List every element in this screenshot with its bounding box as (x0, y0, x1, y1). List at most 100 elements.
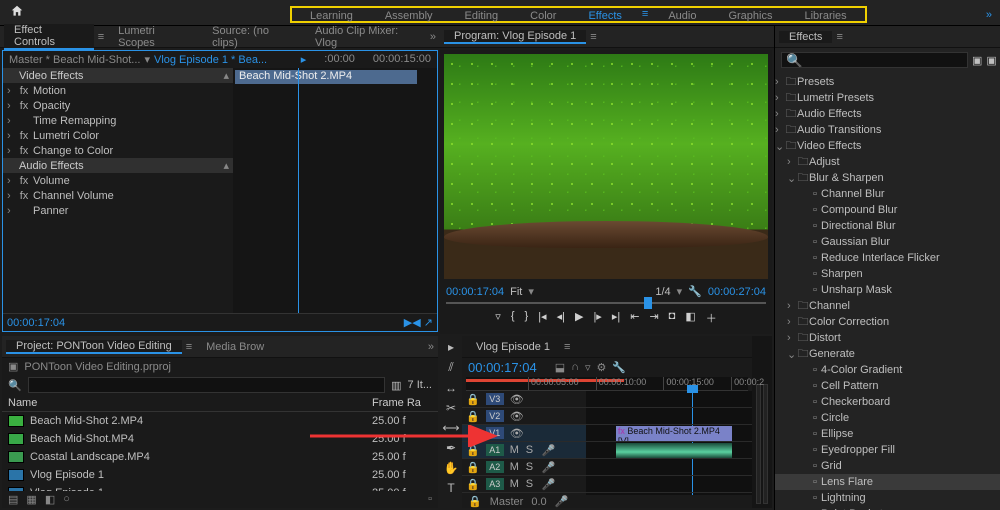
effects-sharpen[interactable]: ▫Sharpen (775, 266, 1000, 282)
effects-lightning[interactable]: ▫Lightning (775, 490, 1000, 506)
scale-dropdown[interactable]: 1/4 (655, 286, 670, 298)
effects-grid[interactable]: ▫Grid (775, 458, 1000, 474)
workspace-learning[interactable]: Learning (294, 8, 369, 21)
ec-sequence[interactable]: Vlog Episode 1 * Bea... (154, 54, 267, 66)
lane-v2[interactable] (586, 408, 752, 425)
lane-a2[interactable] (586, 459, 752, 476)
extract-icon[interactable]: ⇥ (649, 310, 658, 326)
ec-timecode[interactable]: 00:00:17:04 (7, 317, 65, 329)
tab-audio-clip-mixer-vlog[interactable]: Audio Clip Mixer: Vlog (305, 25, 430, 49)
mic-icon[interactable]: 🎤 (542, 461, 556, 474)
effects-audio-transitions[interactable]: ›🗀Audio Transitions (775, 122, 1000, 138)
effects-audio-effects[interactable]: ›🗀Audio Effects (775, 106, 1000, 122)
project-item[interactable]: Vlog Episode 125.00 f (2, 484, 438, 491)
pen-tool-icon[interactable]: ✒ (446, 441, 456, 455)
ec-opacity[interactable]: ›fxOpacity (3, 98, 233, 113)
toggle-output-icon[interactable]: 👁 (510, 427, 520, 440)
effects-paint-bucket[interactable]: ▫Paint Bucket (775, 506, 1000, 510)
go-in-icon[interactable]: |◂ (538, 310, 546, 326)
workspace-libraries[interactable]: Libraries (788, 8, 862, 21)
home-icon[interactable] (10, 4, 24, 21)
workspace-menu-icon[interactable]: ≡ (638, 8, 652, 21)
track-select-tool-icon[interactable]: ⫽ (448, 360, 453, 375)
workspace-audio[interactable]: Audio (652, 8, 712, 21)
lane-v3[interactable] (586, 391, 752, 408)
effects-channel-blur[interactable]: ▫Channel Blur (775, 186, 1000, 202)
razor-tool-icon[interactable]: ✂ (446, 401, 456, 415)
effects-circle[interactable]: ▫Circle (775, 410, 1000, 426)
effects-directional-blur[interactable]: ▫Directional Blur (775, 218, 1000, 234)
lane-a3[interactable] (586, 476, 752, 493)
effects-gaussian-blur[interactable]: ▫Gaussian Blur (775, 234, 1000, 250)
effects-blur-sharpen[interactable]: ⌄🗀Blur & Sharpen (775, 170, 1000, 186)
track-a2[interactable]: 🔒A2MS🎤 (462, 459, 586, 476)
track-v3[interactable]: 🔒V3👁 (462, 391, 586, 408)
icon-view-icon[interactable]: ▦ (26, 493, 36, 506)
effects-generate[interactable]: ⌄🗀Generate (775, 346, 1000, 362)
effects-presets[interactable]: ›🗀Presets (775, 74, 1000, 90)
track-lock-icon[interactable]: 🔒 (468, 495, 482, 508)
overflow-icon[interactable]: » (986, 9, 992, 21)
play-icon[interactable]: ▶ (575, 310, 583, 326)
lock-icon[interactable]: 🔒 (466, 427, 480, 440)
fit-dropdown[interactable]: Fit (510, 286, 522, 298)
project-item[interactable]: Vlog Episode 125.00 f (2, 466, 438, 484)
tab-program[interactable]: Program: Vlog Episode 1 (444, 30, 586, 44)
track-area[interactable]: fx Beach Mid-Shot 2.MP4 [V] (586, 391, 752, 495)
toggle-output-icon[interactable]: 👁 (510, 410, 520, 423)
ec-time-remapping[interactable]: ›Time Remapping (3, 113, 233, 128)
lock-icon[interactable]: 🔒 (466, 444, 480, 457)
effects-ellipse[interactable]: ▫Ellipse (775, 426, 1000, 442)
ec-loop-icon[interactable]: ▶◀ (404, 316, 421, 329)
tab-effects[interactable]: Effects (779, 31, 832, 43)
tab-project[interactable]: Project: PONToon Video Editing (6, 340, 182, 354)
mic-icon[interactable]: 🎤 (555, 495, 569, 508)
workspace-assembly[interactable]: Assembly (369, 8, 449, 21)
effect-controls-timeline[interactable]: Beach Mid-Shot 2.MP4 (233, 68, 437, 313)
lock-icon[interactable]: 🔒 (466, 410, 480, 423)
tab-lumetri-scopes[interactable]: Lumetri Scopes (108, 25, 202, 49)
tab-sequence[interactable]: Vlog Episode 1 (466, 341, 560, 353)
ec-volume[interactable]: ›fxVolume (3, 173, 233, 188)
tab-source-no-clips-[interactable]: Source: (no clips) (202, 25, 305, 49)
program-scrubber[interactable] (446, 302, 766, 304)
track-a3[interactable]: 🔒A3MS🎤 (462, 476, 586, 493)
add-marker-icon[interactable]: ▿ (495, 310, 501, 326)
step-back-icon[interactable]: ◂| (557, 310, 565, 326)
tab-effect-controls[interactable]: Effect Controls (4, 24, 94, 50)
effects-eyedropper-fill[interactable]: ▫Eyedropper Fill (775, 442, 1000, 458)
zoom-slider-icon[interactable]: ○ (63, 493, 70, 506)
timeline-tc[interactable]: 00:00:17:04 (468, 360, 537, 375)
lift-icon[interactable]: ⇤ (630, 310, 639, 326)
overflow-icon[interactable]: » (430, 31, 436, 43)
fx-badge-icon[interactable]: ▣ (972, 54, 982, 67)
hand-tool-icon[interactable]: ✋ (444, 461, 459, 475)
effects-search-input[interactable] (781, 52, 968, 68)
new-item-icon[interactable]: ▫ (428, 493, 432, 506)
list-view-icon[interactable]: ▤ (8, 493, 18, 506)
timeline-clip-audio[interactable] (616, 443, 732, 458)
wrench-icon[interactable]: 🔧 (688, 285, 702, 298)
lock-icon[interactable]: 🔒 (466, 461, 480, 474)
effects-reduce-interlace-flicker[interactable]: ▫Reduce Interlace Flicker (775, 250, 1000, 266)
effects-compound-blur[interactable]: ▫Compound Blur (775, 202, 1000, 218)
ec-motion[interactable]: ›fxMotion (3, 83, 233, 98)
ec-clip-bar[interactable]: Beach Mid-Shot 2.MP4 (235, 70, 417, 84)
program-tc-left[interactable]: 00:00:17:04 (446, 286, 504, 298)
track-a1[interactable]: 🔒A1MS🎤 (462, 442, 586, 459)
tab-media-browser[interactable]: Media Brow (196, 341, 274, 353)
ec-channel-volume[interactable]: ›fxChannel Volume (3, 188, 233, 203)
step-fwd-icon[interactable]: |▸ (593, 310, 601, 326)
ec-lumetri-color[interactable]: ›fxLumetri Color (3, 128, 233, 143)
marker-icon[interactable]: ▿ (585, 361, 591, 374)
type-tool-icon[interactable]: T (447, 481, 454, 495)
timeline-clip-video[interactable]: fx Beach Mid-Shot 2.MP4 [V] (616, 426, 732, 441)
ec-panner[interactable]: ›Panner (3, 203, 233, 218)
effects-lens-flare[interactable]: ▫Lens Flare (775, 474, 1000, 490)
ec-change-to-color[interactable]: ›fxChange to Color (3, 143, 233, 158)
col-name[interactable]: Name (8, 397, 372, 409)
mic-icon[interactable]: 🎤 (542, 444, 556, 457)
project-item[interactable]: Beach Mid-Shot 2.MP425.00 f (2, 412, 438, 430)
ec-playhead[interactable] (298, 68, 299, 313)
ec-export-icon[interactable]: ↗ (424, 316, 433, 329)
